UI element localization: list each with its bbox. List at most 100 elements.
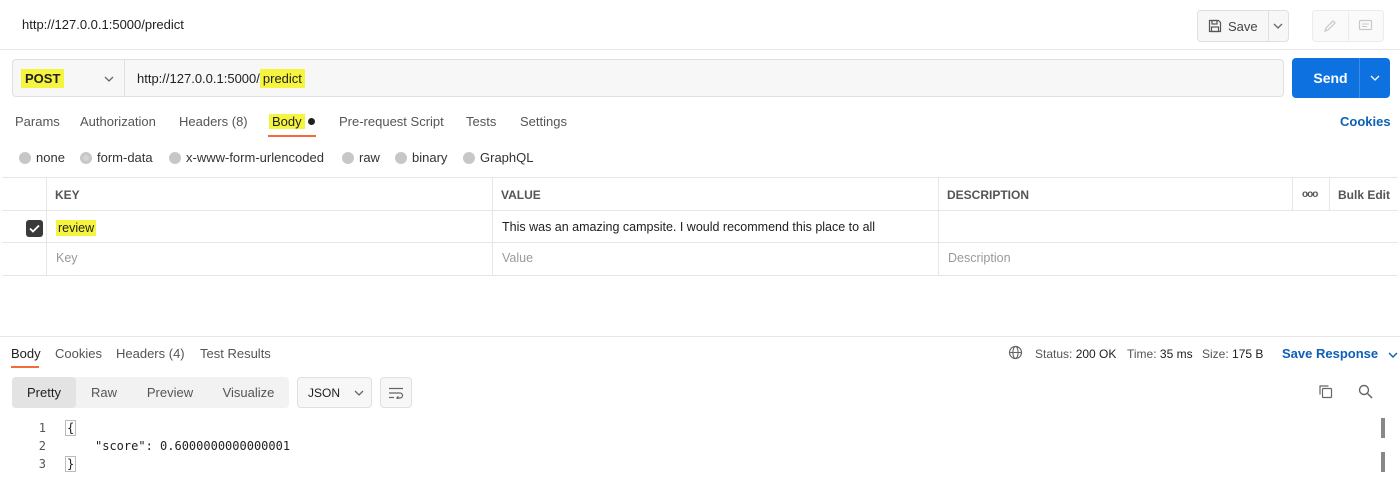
radio-x-www-form-urlencoded[interactable]: x-www-form-urlencoded	[169, 150, 324, 165]
wrap-lines-icon	[389, 387, 404, 399]
code-line[interactable]: }	[65, 456, 77, 472]
radio-raw[interactable]: raw	[342, 150, 380, 165]
radio-label: none	[36, 150, 65, 165]
param-key-cell[interactable]: review	[56, 220, 97, 236]
comment-button[interactable]	[1349, 11, 1384, 41]
response-view-switcher: Pretty Raw Preview Visualize	[12, 377, 289, 408]
line-number: 2	[38, 439, 46, 453]
save-response-button[interactable]: Save Response	[1282, 346, 1398, 361]
param-value-cell[interactable]: This was an amazing campsite. I would re…	[502, 220, 875, 234]
response-tab-body[interactable]: Body	[11, 346, 41, 361]
scrollbar-marker[interactable]	[1381, 452, 1385, 472]
response-size: Size: 175 B	[1202, 347, 1263, 361]
url-path: predict	[259, 69, 305, 88]
radio-indicator	[342, 151, 354, 164]
edit-button[interactable]	[1313, 11, 1349, 41]
body-modified-dot	[308, 118, 315, 125]
view-raw-button[interactable]: Raw	[76, 377, 132, 408]
globe-icon[interactable]	[1008, 345, 1023, 363]
tab-body[interactable]: Body	[269, 114, 305, 129]
format-value: JSON	[308, 385, 341, 400]
save-label: Save	[1228, 18, 1258, 34]
form-data-table: KEY VALUE DESCRIPTION ooo Bulk Edit revi…	[2, 177, 1398, 276]
status-label: Status:	[1035, 347, 1073, 361]
new-value-input[interactable]: Value	[502, 251, 533, 265]
response-divider[interactable]	[0, 336, 1400, 337]
column-divider	[46, 178, 47, 276]
wrap-lines-button[interactable]	[380, 377, 412, 408]
column-divider	[1329, 178, 1330, 211]
response-tab-test-results[interactable]: Test Results	[200, 346, 271, 361]
save-response-label: Save Response	[1282, 346, 1379, 361]
chevron-down-icon	[354, 390, 364, 396]
column-divider	[938, 178, 939, 276]
save-button[interactable]: Save	[1198, 11, 1269, 41]
row-enabled-checkbox[interactable]	[26, 220, 43, 237]
view-preview-button[interactable]: Preview	[132, 377, 208, 408]
copy-icon[interactable]	[1318, 384, 1333, 402]
response-format-select[interactable]: JSON	[297, 377, 372, 408]
line-number: 3	[38, 457, 46, 471]
request-title-bar: http://127.0.0.1:5000/predict	[0, 0, 1400, 50]
column-divider	[492, 178, 493, 276]
send-options-button[interactable]	[1360, 58, 1390, 98]
send-label: Send	[1292, 58, 1360, 98]
tab-prerequest-script[interactable]: Pre-request Script	[339, 114, 444, 129]
radio-label: x-www-form-urlencoded	[186, 150, 324, 165]
radio-indicator-selected	[80, 151, 92, 164]
cookies-link[interactable]: Cookies	[1340, 114, 1391, 129]
chevron-down-icon	[1388, 352, 1398, 358]
response-status: Status: 200 OK	[1035, 347, 1116, 361]
scrollbar-marker[interactable]	[1381, 418, 1385, 438]
tab-authorization[interactable]: Authorization	[80, 114, 156, 129]
radio-graphql[interactable]: GraphQL	[463, 150, 533, 165]
time-value: 35 ms	[1159, 347, 1193, 361]
tab-tests[interactable]: Tests	[466, 114, 496, 129]
view-pretty-button[interactable]: Pretty	[12, 377, 76, 408]
radio-binary[interactable]: binary	[395, 150, 447, 165]
save-options-button[interactable]	[1269, 11, 1288, 41]
chevron-down-icon	[1273, 23, 1283, 29]
line-number: 1	[38, 421, 46, 435]
url-prefix: http://127.0.0.1:5000/	[137, 71, 260, 86]
tab-params[interactable]: Params	[15, 114, 60, 129]
code-line[interactable]: {	[65, 420, 77, 436]
radio-indicator	[395, 151, 407, 164]
new-description-input[interactable]: Description	[948, 251, 1011, 265]
row-divider	[2, 210, 1398, 211]
method-value: POST	[21, 68, 65, 88]
url-input[interactable]: http://127.0.0.1:5000/predict	[137, 69, 305, 88]
size-value: 175 B	[1232, 347, 1264, 361]
save-icon	[1208, 19, 1222, 33]
radio-form-data[interactable]: form-data	[80, 150, 153, 165]
method-select[interactable]: POST	[13, 60, 125, 96]
active-tab-indicator	[11, 366, 39, 368]
new-key-input[interactable]: Key	[56, 251, 78, 265]
column-divider	[1292, 178, 1293, 211]
radio-label: binary	[412, 150, 448, 165]
bulk-edit-button[interactable]: Bulk Edit	[1338, 178, 1390, 211]
tab-settings[interactable]: Settings	[520, 114, 567, 129]
response-tab-cookies[interactable]: Cookies	[55, 346, 102, 361]
view-visualize-button[interactable]: Visualize	[208, 377, 289, 408]
column-header-description: DESCRIPTION	[947, 187, 1030, 202]
size-label: Size:	[1202, 347, 1229, 361]
tab-headers[interactable]: Headers (8)	[179, 114, 248, 129]
code-line[interactable]: "score": 0.6000000000000001	[95, 439, 290, 453]
radio-label: form-data	[97, 150, 153, 165]
save-button-group[interactable]: Save	[1197, 10, 1289, 42]
chevron-down-icon	[1370, 75, 1380, 81]
radio-none[interactable]: none	[19, 150, 65, 165]
pencil-icon	[1324, 20, 1337, 32]
search-icon[interactable]	[1358, 384, 1373, 402]
chevron-down-icon	[104, 76, 114, 82]
radio-indicator	[169, 151, 181, 164]
column-header-value: VALUE	[501, 187, 541, 202]
request-title[interactable]: http://127.0.0.1:5000/predict	[22, 17, 184, 32]
more-options-button[interactable]: ooo	[1302, 178, 1318, 211]
comment-icon	[1359, 19, 1373, 31]
response-tab-headers[interactable]: Headers (4)	[116, 346, 185, 361]
time-label: Time:	[1127, 347, 1157, 361]
url-bar: POST http://127.0.0.1:5000/predict	[12, 59, 1284, 97]
send-button[interactable]: Send	[1292, 58, 1390, 98]
